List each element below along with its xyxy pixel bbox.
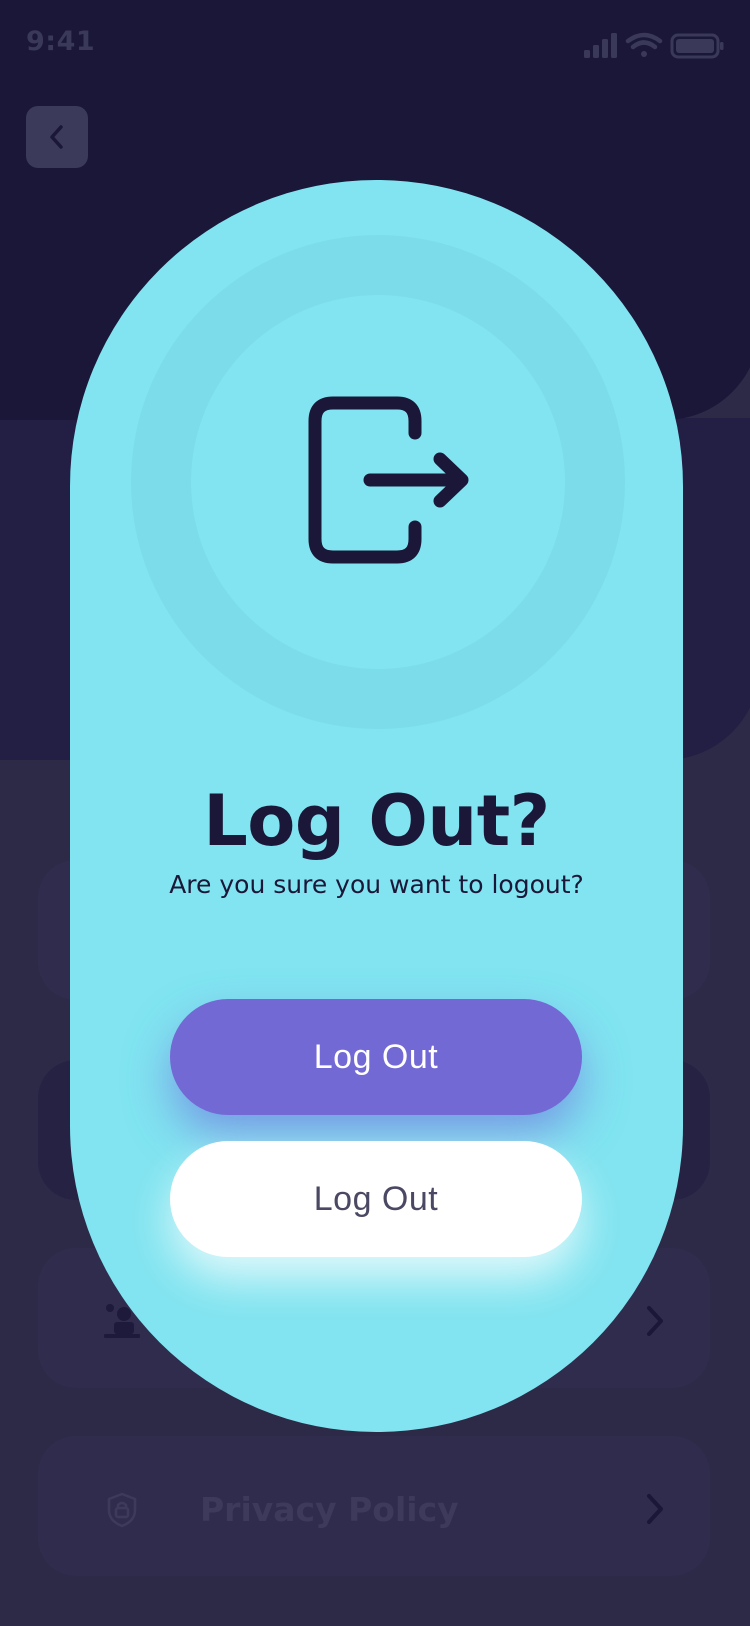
back-button[interactable] [26,106,88,168]
status-icons [584,32,724,59]
signal-icon [584,33,617,58]
chevron-right-icon [647,1306,663,1336]
logout-icon [308,396,469,564]
dialog-message: Are you sure you want to logout? [169,870,584,899]
log-out-secondary-button[interactable]: Log Out [170,1141,582,1257]
chevron-left-icon [50,125,63,149]
log-out-button[interactable]: Log Out [170,999,582,1115]
battery-icon [670,33,724,59]
dialog-title: Log Out? [203,780,550,862]
chevron-right-icon [647,1494,663,1524]
wifi-icon [625,32,663,57]
lock-icon [107,1492,137,1528]
privacy-policy-label: Privacy Policy [200,1490,459,1529]
status-time: 9:41 [26,26,96,57]
